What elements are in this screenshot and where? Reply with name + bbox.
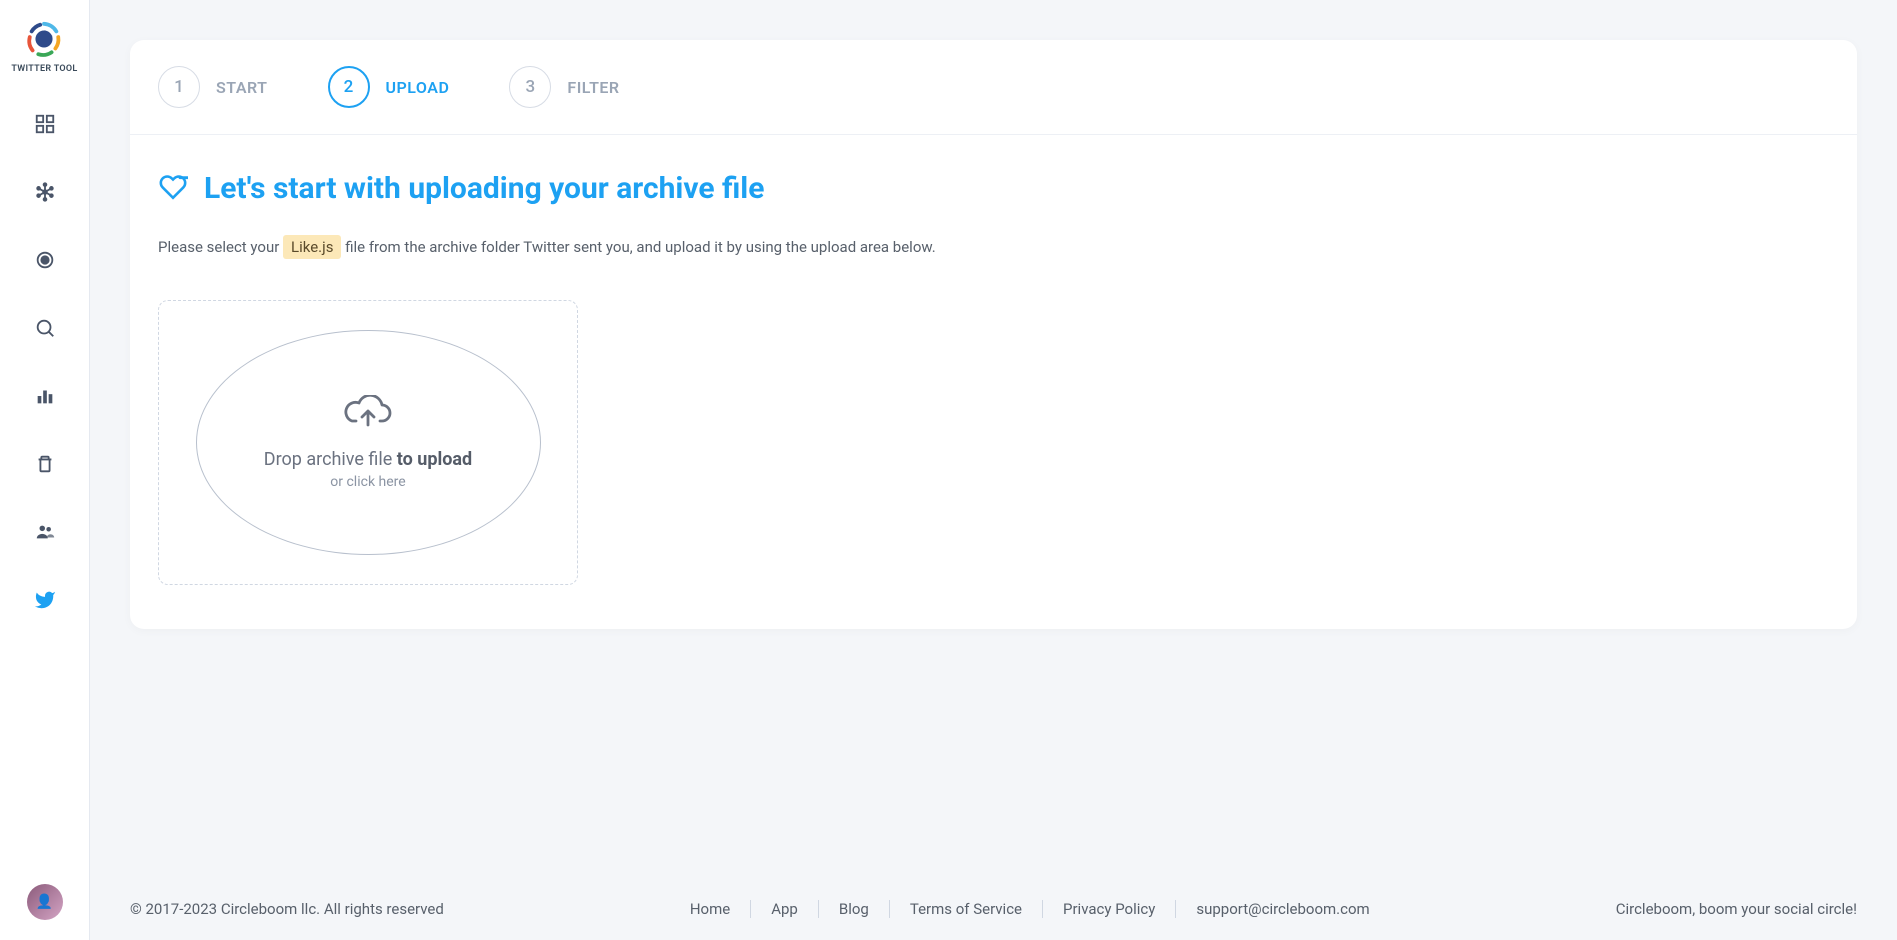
footer: © 2017-2023 Circleboom llc. All rights r… [130,900,1857,918]
sidebar-item-analytics[interactable] [25,376,65,416]
main-card: 1 START 2 UPLOAD 3 FILTER Let [130,40,1857,629]
footer-link-privacy[interactable]: Privacy Policy [1043,900,1176,918]
search-icon [34,317,56,339]
footer-link-home[interactable]: Home [670,900,751,918]
upload-dropzone[interactable]: Drop archive file to upload or click her… [158,300,578,585]
content-area: Let's start with uploading your archive … [130,135,1857,629]
sidebar-item-network[interactable] [25,172,65,212]
main-content: 1 START 2 UPLOAD 3 FILTER Let [90,0,1897,940]
step-number: 2 [328,66,370,108]
sidebar-item-delete[interactable] [25,444,65,484]
twitter-icon [34,589,56,611]
upload-ellipse: Drop archive file to upload or click her… [196,330,541,555]
step-upload[interactable]: 2 UPLOAD [328,66,450,108]
sidebar-nav [25,104,65,620]
sidebar-item-users[interactable] [25,512,65,552]
stepper: 1 START 2 UPLOAD 3 FILTER [130,40,1857,135]
step-label: UPLOAD [386,78,450,97]
sidebar-item-twitter[interactable] [25,580,65,620]
sidebar-item-dashboard[interactable] [25,104,65,144]
users-icon [34,521,56,543]
avatar[interactable]: 👤 [27,884,63,920]
upload-text-main: Drop archive file to upload [264,449,472,470]
step-number: 1 [158,66,200,108]
instruction-text: Please select your Like.js file from the… [158,238,1829,256]
logo[interactable]: TWITTER TOOL [11,20,77,74]
file-highlight: Like.js [283,235,341,259]
footer-copyright: © 2017-2023 Circleboom llc. All rights r… [130,900,444,918]
step-label: FILTER [567,78,619,97]
grid-icon [34,113,56,135]
step-start[interactable]: 1 START [158,66,268,108]
target-icon [34,249,56,271]
footer-link-app[interactable]: App [751,900,819,918]
footer-link-terms[interactable]: Terms of Service [890,900,1043,918]
footer-tagline: Circleboom, boom your social circle! [1616,900,1857,918]
sidebar-item-target[interactable] [25,240,65,280]
network-icon [34,181,56,203]
page-title-row: Let's start with uploading your archive … [158,171,1829,206]
step-label: START [216,78,268,97]
footer-links: Home App Blog Terms of Service Privacy P… [444,900,1616,918]
logo-label: TWITTER TOOL [11,64,77,74]
sidebar-item-search[interactable] [25,308,65,348]
cloud-upload-icon [344,395,392,435]
step-number: 3 [509,66,551,108]
step-filter[interactable]: 3 FILTER [509,66,619,108]
trash-icon [34,453,56,475]
logo-icon [25,20,63,58]
footer-link-blog[interactable]: Blog [819,900,890,918]
bar-chart-icon [34,385,56,407]
page-title: Let's start with uploading your archive … [204,171,764,206]
upload-text-sub: or click here [330,474,405,490]
sidebar-bottom: 👤 [27,884,63,920]
footer-link-support[interactable]: support@circleboom.com [1176,900,1389,918]
sidebar: TWITTER TOOL [0,0,90,940]
heart-icon [158,173,188,205]
